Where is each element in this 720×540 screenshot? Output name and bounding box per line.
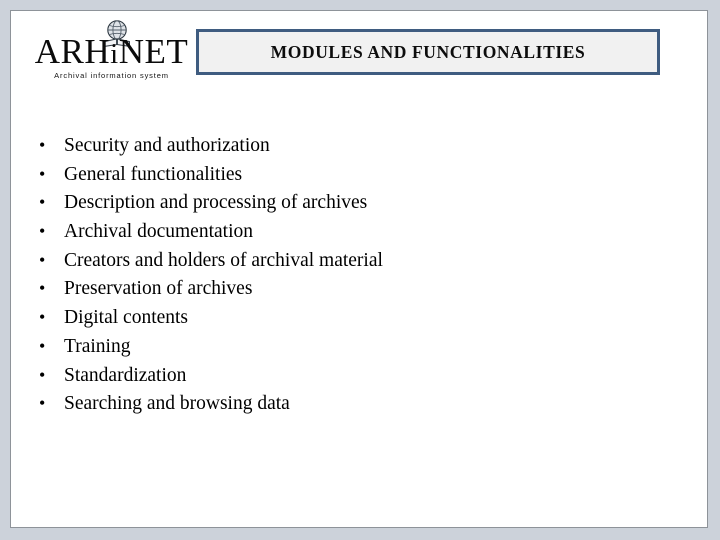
list-item: • Description and processing of archives [39, 188, 659, 217]
modules-bullet-list: • Security and authorization • General f… [39, 131, 659, 418]
list-item-label: Archival documentation [64, 221, 253, 243]
list-item: • Searching and browsing data [39, 389, 659, 418]
list-item: • Security and authorization [39, 131, 659, 160]
bullet-marker-icon: • [39, 278, 46, 299]
slide-header: ARHiNET Archival information system MODU… [11, 11, 707, 91]
list-item: • Standardization [39, 361, 659, 390]
list-item-label: Description and processing of archives [64, 192, 368, 214]
list-item: • General functionalities [39, 160, 659, 189]
bullet-marker-icon: • [39, 192, 46, 213]
list-item: • Archival documentation [39, 217, 659, 246]
logo-wordmark-part2: i [110, 38, 119, 70]
bullet-marker-icon: • [39, 335, 46, 356]
page-title: MODULES AND FUNCTIONALITIES [270, 41, 586, 62]
list-item-label: Security and authorization [64, 135, 270, 156]
logo-wordmark-part3: NET [118, 32, 189, 71]
bullet-marker-icon: • [39, 163, 46, 184]
logo-tagline: Archival information system [54, 71, 169, 80]
logo-wordmark: ARHiNET [24, 33, 199, 73]
bullet-marker-icon: • [39, 221, 46, 242]
bullet-marker-icon: • [39, 249, 46, 270]
logo-wordmark-part1: ARH [34, 32, 111, 71]
list-item-label: Standardization [64, 364, 187, 386]
list-item-label: General functionalities [64, 163, 243, 185]
list-item: • Preservation of archives [39, 274, 659, 303]
bullet-marker-icon: • [39, 364, 46, 385]
list-item: • Creators and holders of archival mater… [39, 246, 659, 275]
bullet-marker-icon: • [39, 307, 46, 328]
slide-title-box: MODULES AND FUNCTIONALITIES [196, 29, 660, 75]
slide-canvas: ARHiNET Archival information system MODU… [10, 10, 708, 528]
list-item: • Training [39, 332, 659, 361]
list-item-label: Digital contents [64, 307, 189, 329]
list-item: • Digital contents [39, 303, 659, 332]
list-item-label: Training [64, 335, 131, 357]
arhinet-logo: ARHiNET Archival information system [24, 19, 199, 87]
list-item-label: Preservation of archives [64, 278, 253, 300]
bullet-marker-icon: • [39, 135, 46, 155]
list-item-label: Creators and holders of archival materia… [64, 249, 383, 271]
list-item-label: Searching and browsing data [64, 393, 290, 415]
bullet-marker-icon: • [39, 393, 46, 414]
